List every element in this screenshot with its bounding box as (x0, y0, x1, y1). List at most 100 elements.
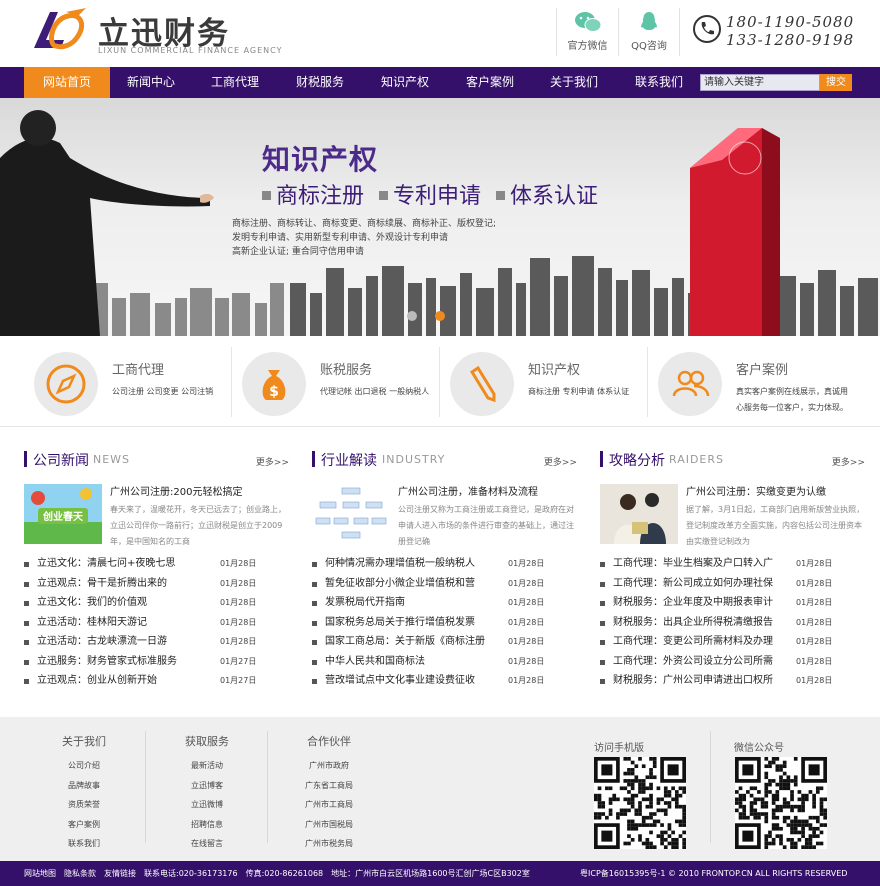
more-link[interactable]: 更多>> (544, 455, 577, 468)
footer-link[interactable]: 公司介绍 (44, 756, 124, 776)
bottom-bar-item[interactable]: 隐私条款 (64, 869, 96, 878)
banner-line: 发明专利申请、实用新型专利申请、外观设计专利申请 (232, 233, 449, 243)
bottom-bar-item: 传真:020-86261068 (245, 869, 324, 878)
news-item[interactable]: 工商代理：变更公司所需材料及办理 01月28日 (600, 632, 865, 652)
nav-item-business[interactable]: 工商代理 (192, 67, 278, 98)
nav-item-about[interactable]: 关于我们 (531, 67, 617, 98)
footer-link[interactable]: 广州市税务局 (289, 834, 369, 854)
news-item-title[interactable]: 暂免征收部分小微企业增值税和营 (325, 574, 475, 594)
news-item-title[interactable]: 营改增试点中文化事业建设费征收 (325, 671, 475, 691)
feature-image[interactable]: 创业春天 (24, 484, 102, 544)
news-item-title[interactable]: 立迅文化：清晨七问+夜晚七思 (37, 554, 175, 574)
news-item[interactable]: 财税服务：出具企业所得税清缴报告 01月28日 (600, 613, 865, 633)
news-item-title[interactable]: 国家税务总局关于推行增值税发票 (325, 613, 475, 633)
nav-item-tax[interactable]: 财税服务 (277, 67, 363, 98)
qq-label: QQ咨询 (631, 41, 667, 52)
footer-link[interactable]: 广州市政府 (289, 756, 369, 776)
news-item[interactable]: 工商代理：毕业生档案及户口转入广 01月28日 (600, 554, 865, 574)
news-item-title[interactable]: 财税服务：广州公司申请进出口权所 (613, 671, 773, 691)
footer-link[interactable]: 广州市国税局 (289, 815, 369, 835)
news-item[interactable]: 立迅活动：古龙峡漂流一日游 01月28日 (24, 632, 289, 652)
footer-link[interactable]: 联系我们 (44, 834, 124, 854)
feature-title[interactable]: 广州公司注册：实缴变更为认缴 (686, 483, 826, 498)
footer-link[interactable]: 在线留言 (167, 834, 247, 854)
service-business[interactable]: 工商代理 公司注册 公司变更 公司注销 (24, 345, 230, 423)
more-link[interactable]: 更多>> (832, 455, 865, 468)
footer-link[interactable]: 招聘信息 (167, 815, 247, 835)
news-item[interactable]: 立迅观点：骨干是折腾出来的 01月28日 (24, 574, 289, 594)
news-item[interactable]: 财税服务：广州公司申请进出口权所 01月28日 (600, 671, 865, 691)
search-button[interactable]: 搜交 (820, 74, 852, 91)
news-item[interactable]: 立迅活动：桂林阳天游记 01月28日 (24, 613, 289, 633)
footer-link[interactable]: 品牌故事 (44, 776, 124, 796)
nav-item-home[interactable]: 网站首页 (24, 67, 110, 98)
news-item[interactable]: 工商代理：新公司成立如何办理社保 01月28日 (600, 574, 865, 594)
news-item-title[interactable]: 立迅文化：我们的价值观 (37, 593, 147, 613)
hero-banner[interactable]: 知识产权 商标注册 专利申请 体系认证 商标注册、商标转让、商标变更、商标续展、… (0, 98, 880, 336)
news-item-title[interactable]: 立迅观点：创业从创新开始 (37, 671, 157, 691)
news-item[interactable]: 立迅文化：清晨七问+夜晚七思 01月28日 (24, 554, 289, 574)
news-item[interactable]: 中华人民共和国商标法 01月28日 (312, 652, 577, 672)
nav-item-news[interactable]: 新闻中心 (108, 67, 194, 98)
search-input[interactable]: 请输入关键字 (700, 74, 820, 91)
column-title: 行业解读 (321, 453, 377, 469)
news-item-title[interactable]: 财税服务：出具企业所得税清缴报告 (613, 613, 773, 633)
footer-link[interactable]: 立迅博客 (167, 776, 247, 796)
news-item[interactable]: 立迅服务：财务管家式标准服务 01月27日 (24, 652, 289, 672)
nav-item-cases[interactable]: 客户案例 (447, 67, 533, 98)
news-item-date: 01月28日 (508, 559, 545, 568)
footer-link[interactable]: 资质荣誉 (44, 795, 124, 815)
feature-title[interactable]: 广州公司注册:200元轻松搞定 (110, 483, 242, 498)
news-item-title[interactable]: 发票税局代开指南 (325, 593, 405, 613)
news-item-date: 01月28日 (220, 598, 257, 607)
qq-link[interactable]: QQ咨询 (618, 8, 680, 56)
service-cases[interactable]: 客户案例 真实客户案例在线展示，真诚用心服务每一位客户，实力体现。 (648, 345, 854, 423)
bullet (24, 640, 29, 645)
carousel-dot[interactable] (407, 311, 417, 321)
news-item-title[interactable]: 工商代理：外资公司设立分公司所需 (613, 652, 773, 672)
carousel-dot-active[interactable] (435, 311, 445, 321)
news-item-title[interactable]: 工商代理：毕业生档案及户口转入广 (613, 554, 773, 574)
footer-link[interactable]: 立迅微博 (167, 795, 247, 815)
wechat-link[interactable]: 官方微信 (556, 8, 618, 56)
news-item-title[interactable]: 立迅活动：桂林阳天游记 (37, 613, 147, 633)
news-item-title[interactable]: 中华人民共和国商标法 (325, 652, 425, 672)
more-link[interactable]: 更多>> (256, 455, 289, 468)
news-item[interactable]: 何种情况需办理增值税一般纳税人 01月28日 (312, 554, 577, 574)
footer-link[interactable]: 最新活动 (167, 756, 247, 776)
news-item-title[interactable]: 财税服务：企业年度及中期报表审计 (613, 593, 773, 613)
feature-title[interactable]: 广州公司注册，准备材料及流程 (398, 483, 538, 498)
nav-item-contact[interactable]: 联系我们 (616, 67, 702, 98)
service-ip[interactable]: 知识产权 商标注册 专利申请 体系认证 (440, 345, 646, 423)
news-item[interactable]: 国家税务总局关于推行增值税发票 01月28日 (312, 613, 577, 633)
footer-link[interactable]: 客户案例 (44, 815, 124, 835)
news-item-title[interactable]: 立迅观点：骨干是折腾出来的 (37, 574, 167, 594)
news-item-title[interactable]: 立迅活动：古龙峡漂流一日游 (37, 632, 167, 652)
footer-link[interactable]: 广州市工商局 (289, 795, 369, 815)
feature-image[interactable] (600, 484, 678, 544)
news-item-title[interactable]: 工商代理：变更公司所需材料及办理 (613, 632, 773, 652)
news-item[interactable]: 工商代理：外资公司设立分公司所需 01月28日 (600, 652, 865, 672)
nav-item-ip[interactable]: 知识产权 (362, 67, 448, 98)
news-item-date: 01月28日 (796, 637, 833, 646)
news-item[interactable]: 财税服务：企业年度及中期报表审计 01月28日 (600, 593, 865, 613)
news-item[interactable]: 国家工商总局：关于新版《商标注册 01月28日 (312, 632, 577, 652)
bottom-bar-item[interactable]: 友情链接 (104, 869, 136, 878)
feature-image[interactable] (312, 484, 390, 544)
logo[interactable]: 立迅财务 LIXUN COMMERCIAL FINANCE AGENCY (28, 6, 282, 56)
news-list: 何种情况需办理增值税一般纳税人 01月28日 暂免征收部分小微企业增值税和营 01月2… (312, 554, 577, 691)
feature-image-text: 创业春天 (42, 510, 84, 523)
news-item[interactable]: 立迅观点：创业从创新开始 01月27日 (24, 671, 289, 691)
news-item-title[interactable]: 工商代理：新公司成立如何办理社保 (613, 574, 773, 594)
news-item[interactable]: 发票税局代开指南 01月28日 (312, 593, 577, 613)
bottom-bar-item[interactable]: 网站地图 (24, 869, 56, 878)
news-item[interactable]: 立迅文化：我们的价值观 01月28日 (24, 593, 289, 613)
news-item[interactable]: 暂免征收部分小微企业增值税和营 01月28日 (312, 574, 577, 594)
news-item[interactable]: 营改增试点中文化事业建设费征收 01月28日 (312, 671, 577, 691)
news-item-date: 01月28日 (508, 656, 545, 666)
news-item-title[interactable]: 国家工商总局：关于新版《商标注册 (325, 632, 485, 652)
news-item-title[interactable]: 立迅服务：财务管家式标准服务 (37, 652, 177, 672)
footer-link[interactable]: 广东省工商局 (289, 776, 369, 796)
news-item-title[interactable]: 何种情况需办理增值税一般纳税人 (325, 554, 475, 574)
service-tax[interactable]: $ 账税服务 代理记帐 出口退税 一般纳税人 (232, 345, 438, 423)
